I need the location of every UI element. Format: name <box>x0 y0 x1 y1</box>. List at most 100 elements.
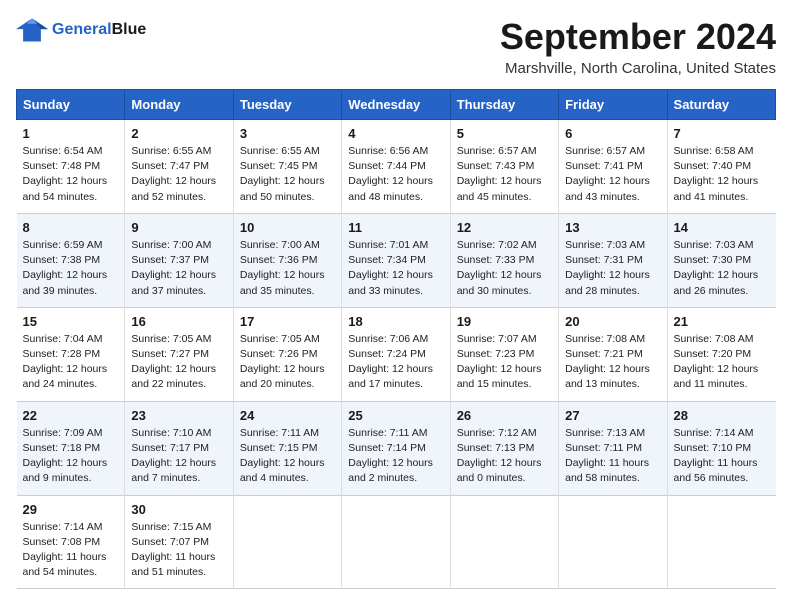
calendar-day-cell: 1 Sunrise: 6:54 AM Sunset: 7:48 PM Daylig… <box>17 120 125 214</box>
day-info: Sunrise: 7:05 AM Sunset: 7:26 PM Dayligh… <box>240 332 335 393</box>
day-info: Sunrise: 7:02 AM Sunset: 7:33 PM Dayligh… <box>457 238 552 299</box>
day-info: Sunrise: 7:11 AM Sunset: 7:15 PM Dayligh… <box>240 426 335 487</box>
day-info: Sunrise: 6:57 AM Sunset: 7:41 PM Dayligh… <box>565 144 660 205</box>
day-number: 23 <box>131 408 226 423</box>
day-number: 4 <box>348 126 443 141</box>
day-info: Sunrise: 7:14 AM Sunset: 7:08 PM Dayligh… <box>23 520 119 581</box>
calendar-day-cell: 19 Sunrise: 7:07 AM Sunset: 7:23 PM Dayli… <box>450 307 558 401</box>
calendar-day-cell: 16Sunrise: 7:05 AM Sunset: 7:27 PM Dayli… <box>125 307 233 401</box>
day-number: 27 <box>565 408 660 423</box>
calendar-day-cell: 20 Sunrise: 7:08 AM Sunset: 7:21 PM Dayli… <box>559 307 667 401</box>
calendar-day-cell: 15 Sunrise: 7:04 AM Sunset: 7:28 PM Dayli… <box>17 307 125 401</box>
day-info: Sunrise: 7:00 AM Sunset: 7:36 PM Dayligh… <box>240 238 335 299</box>
day-number: 6 <box>565 126 660 141</box>
logo-icon <box>16 16 48 44</box>
page-header: GeneralBlue September 2024 Marshville, N… <box>16 16 776 77</box>
day-info: Sunrise: 7:04 AM Sunset: 7:28 PM Dayligh… <box>23 332 119 393</box>
day-info: Sunrise: 7:13 AM Sunset: 7:11 PM Dayligh… <box>565 426 660 487</box>
calendar-week-row: 1 Sunrise: 6:54 AM Sunset: 7:48 PM Daylig… <box>17 120 776 214</box>
logo-blue: Blue <box>112 21 147 38</box>
calendar-day-cell: 7 Sunrise: 6:58 AM Sunset: 7:40 PM Daylig… <box>667 120 775 214</box>
col-tuesday: Tuesday <box>233 90 341 120</box>
day-info: Sunrise: 6:54 AM Sunset: 7:48 PM Dayligh… <box>23 144 119 205</box>
day-info: Sunrise: 7:07 AM Sunset: 7:23 PM Dayligh… <box>457 332 552 393</box>
col-thursday: Thursday <box>450 90 558 120</box>
logo-label: GeneralBlue <box>52 21 146 39</box>
calendar-day-cell: 24 Sunrise: 7:11 AM Sunset: 7:15 PM Dayli… <box>233 401 341 495</box>
calendar-day-cell: 8 Sunrise: 6:59 AM Sunset: 7:38 PM Daylig… <box>17 213 125 307</box>
day-info: Sunrise: 7:03 AM Sunset: 7:31 PM Dayligh… <box>565 238 660 299</box>
calendar-day-cell: 13 Sunrise: 7:03 AM Sunset: 7:31 PM Dayli… <box>559 213 667 307</box>
day-number: 20 <box>565 314 660 329</box>
day-number: 10 <box>240 220 335 235</box>
calendar-day-cell: 14Sunrise: 7:03 AM Sunset: 7:30 PM Dayli… <box>667 213 775 307</box>
col-sunday: Sunday <box>17 90 125 120</box>
day-number: 1 <box>23 126 119 141</box>
day-info: Sunrise: 7:10 AM Sunset: 7:17 PM Dayligh… <box>131 426 226 487</box>
day-info: Sunrise: 7:05 AM Sunset: 7:27 PM Dayligh… <box>131 332 226 393</box>
day-number: 17 <box>240 314 335 329</box>
day-number: 3 <box>240 126 335 141</box>
day-number: 28 <box>674 408 770 423</box>
weekday-header-row: Sunday Monday Tuesday Wednesday Thursday… <box>17 90 776 120</box>
day-info: Sunrise: 7:06 AM Sunset: 7:24 PM Dayligh… <box>348 332 443 393</box>
day-info: Sunrise: 6:57 AM Sunset: 7:43 PM Dayligh… <box>457 144 552 205</box>
day-number: 15 <box>23 314 119 329</box>
day-number: 5 <box>457 126 552 141</box>
day-info: Sunrise: 7:09 AM Sunset: 7:18 PM Dayligh… <box>23 426 119 487</box>
calendar-day-cell: 27 Sunrise: 7:13 AM Sunset: 7:11 PM Dayli… <box>559 401 667 495</box>
day-info: Sunrise: 7:15 AM Sunset: 7:07 PM Dayligh… <box>131 520 226 581</box>
calendar-table: Sunday Monday Tuesday Wednesday Thursday… <box>16 89 776 589</box>
calendar-week-row: 8 Sunrise: 6:59 AM Sunset: 7:38 PM Daylig… <box>17 213 776 307</box>
day-number: 22 <box>23 408 119 423</box>
day-number: 8 <box>23 220 119 235</box>
day-number: 24 <box>240 408 335 423</box>
calendar-day-cell <box>450 495 558 589</box>
calendar-day-cell: 10 Sunrise: 7:00 AM Sunset: 7:36 PM Dayli… <box>233 213 341 307</box>
calendar-title: September 2024 <box>500 16 776 58</box>
day-info: Sunrise: 6:59 AM Sunset: 7:38 PM Dayligh… <box>23 238 119 299</box>
calendar-day-cell: 23 Sunrise: 7:10 AM Sunset: 7:17 PM Dayli… <box>125 401 233 495</box>
calendar-day-cell: 11 Sunrise: 7:01 AM Sunset: 7:34 PM Dayli… <box>342 213 450 307</box>
calendar-week-row: 22 Sunrise: 7:09 AM Sunset: 7:18 PM Dayli… <box>17 401 776 495</box>
day-info: Sunrise: 7:00 AM Sunset: 7:37 PM Dayligh… <box>131 238 226 299</box>
day-number: 14 <box>674 220 770 235</box>
calendar-day-cell: 22 Sunrise: 7:09 AM Sunset: 7:18 PM Dayli… <box>17 401 125 495</box>
calendar-week-row: 29 Sunrise: 7:14 AM Sunset: 7:08 PM Dayli… <box>17 495 776 589</box>
day-number: 26 <box>457 408 552 423</box>
calendar-week-row: 15 Sunrise: 7:04 AM Sunset: 7:28 PM Dayli… <box>17 307 776 401</box>
day-number: 11 <box>348 220 443 235</box>
day-info: Sunrise: 7:12 AM Sunset: 7:13 PM Dayligh… <box>457 426 552 487</box>
day-info: Sunrise: 6:55 AM Sunset: 7:45 PM Dayligh… <box>240 144 335 205</box>
day-number: 30 <box>131 502 226 517</box>
day-number: 12 <box>457 220 552 235</box>
col-friday: Friday <box>559 90 667 120</box>
calendar-day-cell: 18Sunrise: 7:06 AM Sunset: 7:24 PM Dayli… <box>342 307 450 401</box>
title-block: September 2024 Marshville, North Carolin… <box>500 16 776 77</box>
day-info: Sunrise: 7:01 AM Sunset: 7:34 PM Dayligh… <box>348 238 443 299</box>
day-number: 25 <box>348 408 443 423</box>
calendar-day-cell: 25 Sunrise: 7:11 AM Sunset: 7:14 PM Dayli… <box>342 401 450 495</box>
col-monday: Monday <box>125 90 233 120</box>
calendar-day-cell: 26 Sunrise: 7:12 AM Sunset: 7:13 PM Dayli… <box>450 401 558 495</box>
calendar-day-cell: 2Sunrise: 6:55 AM Sunset: 7:47 PM Daylig… <box>125 120 233 214</box>
day-number: 19 <box>457 314 552 329</box>
day-number: 7 <box>674 126 770 141</box>
day-info: Sunrise: 7:08 AM Sunset: 7:20 PM Dayligh… <box>674 332 770 393</box>
day-number: 29 <box>23 502 119 517</box>
col-wednesday: Wednesday <box>342 90 450 120</box>
day-info: Sunrise: 7:14 AM Sunset: 7:10 PM Dayligh… <box>674 426 770 487</box>
day-info: Sunrise: 7:08 AM Sunset: 7:21 PM Dayligh… <box>565 332 660 393</box>
calendar-day-cell: 17 Sunrise: 7:05 AM Sunset: 7:26 PM Dayli… <box>233 307 341 401</box>
logo-general: General <box>52 21 112 38</box>
calendar-day-cell: 5 Sunrise: 6:57 AM Sunset: 7:43 PM Daylig… <box>450 120 558 214</box>
calendar-day-cell: 30 Sunrise: 7:15 AM Sunset: 7:07 PM Dayli… <box>125 495 233 589</box>
calendar-day-cell <box>667 495 775 589</box>
day-info: Sunrise: 6:58 AM Sunset: 7:40 PM Dayligh… <box>674 144 770 205</box>
calendar-day-cell: 28 Sunrise: 7:14 AM Sunset: 7:10 PM Dayli… <box>667 401 775 495</box>
calendar-day-cell: 6 Sunrise: 6:57 AM Sunset: 7:41 PM Daylig… <box>559 120 667 214</box>
day-number: 13 <box>565 220 660 235</box>
day-info: Sunrise: 7:11 AM Sunset: 7:14 PM Dayligh… <box>348 426 443 487</box>
day-info: Sunrise: 6:55 AM Sunset: 7:47 PM Dayligh… <box>131 144 226 205</box>
calendar-day-cell: 9Sunrise: 7:00 AM Sunset: 7:37 PM Daylig… <box>125 213 233 307</box>
